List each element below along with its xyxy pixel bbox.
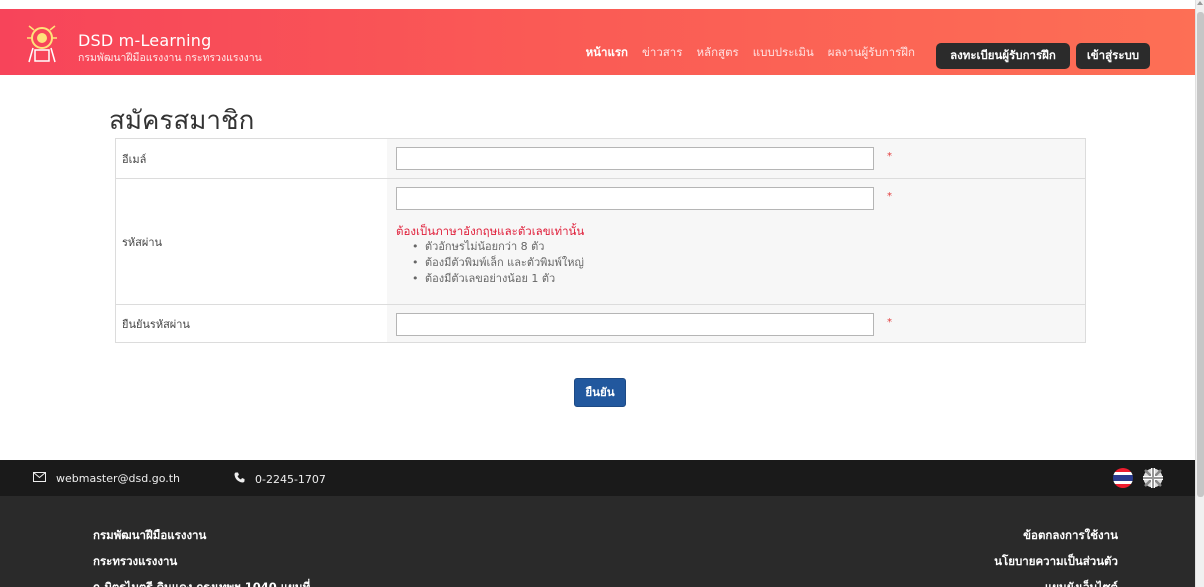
uk-flag-icon[interactable] [1143, 468, 1163, 488]
nav-home[interactable]: หน้าแรก [586, 44, 628, 62]
register-form: อีเมล์ * รหัสผ่าน * ต้องเป็นภาษาอังกฤษแล… [115, 138, 1086, 343]
password-rules: ตัวอักษรไม่น้อยกว่า 8 ตัว ต้องมีตัวพิมพ์… [412, 239, 584, 287]
submit-button[interactable]: ยืนยัน [574, 378, 626, 407]
email-input[interactable] [396, 147, 874, 170]
password-label: รหัสผ่าน [116, 179, 387, 304]
footer-department: กรมพัฒนาฝีมือแรงงาน [93, 528, 207, 542]
password-required-mark: * [887, 191, 892, 202]
thai-flag-icon[interactable] [1113, 468, 1133, 488]
scroll-thumb[interactable] [1197, 12, 1204, 497]
password-input[interactable] [396, 187, 874, 210]
email-required-mark: * [887, 151, 892, 162]
scroll-up-icon[interactable] [1197, 1, 1203, 5]
email-row: อีเมล์ * [116, 139, 1085, 178]
dsd-logo-icon[interactable] [25, 24, 61, 64]
site-footer: กรมพัฒนาฝีมือแรงงาน กระทรวงแรงงาน ถ.มิตร… [0, 496, 1195, 587]
contact-phone-text: 0-2245-1707 [255, 472, 326, 486]
nav-assessment[interactable]: แบบประเมิน [753, 44, 814, 62]
brand-title[interactable]: DSD m-Learning [78, 31, 212, 50]
email-label: อีเมล์ [116, 139, 387, 178]
email-field-cell: * [387, 139, 1085, 178]
confirm-required-mark: * [887, 317, 892, 328]
main-nav: หน้าแรก ข่าวสาร หลักสูตร แบบประเมิน ผลงา… [586, 44, 915, 62]
nav-news[interactable]: ข่าวสาร [642, 44, 682, 62]
contact-email-text: webmaster@dsd.go.th [56, 472, 181, 485]
password-rule: ตัวอักษรไม่น้อยกว่า 8 ตัว [412, 239, 584, 255]
login-button[interactable]: เข้าสู่ระบบ [1076, 43, 1150, 69]
footer-ministry: กระทรวงแรงงาน [93, 554, 178, 568]
footer-link-terms[interactable]: ข้อตกลงการใช้งาน [994, 522, 1118, 548]
footer-link-privacy[interactable]: นโยบายความเป็นส่วนตัว [994, 548, 1118, 574]
footer-address-line[interactable]: ถ.มิตรไมตรี ดินแดง กรุงเทพฯ 1040 แผนที่ [93, 574, 310, 587]
contact-bar: webmaster@dsd.go.th 0-2245-1707 [0, 460, 1195, 496]
mail-icon [33, 472, 46, 485]
phone-icon [234, 472, 245, 486]
confirm-password-input[interactable] [396, 313, 874, 336]
contact-phone[interactable]: 0-2245-1707 [234, 472, 326, 486]
register-trainee-button[interactable]: ลงทะเบียนผู้รับการฝึก [936, 43, 1070, 69]
password-field-cell: * ต้องเป็นภาษาอังกฤษและตัวเลขเท่านั้น ตั… [387, 179, 1085, 304]
site-header: DSD m-Learning กรมพัฒนาฝีมือแรงงาน กระทร… [0, 9, 1195, 75]
password-rule: ต้องมีตัวเลขอย่างน้อย 1 ตัว [412, 271, 584, 287]
password-rule: ต้องมีตัวพิมพ์เล็ก และตัวพิมพ์ใหญ่ [412, 255, 584, 271]
footer-address: กรมพัฒนาฝีมือแรงงาน กระทรวงแรงงาน ถ.มิตร… [93, 522, 310, 587]
nav-courses[interactable]: หลักสูตร [696, 44, 738, 62]
top-spacer [0, 0, 1204, 9]
password-row: รหัสผ่าน * ต้องเป็นภาษาอังกฤษและตัวเลขเท… [116, 178, 1085, 304]
confirm-password-field-cell: * [387, 305, 1085, 342]
contact-email[interactable]: webmaster@dsd.go.th [33, 472, 180, 485]
page-scrollbar[interactable] [1195, 0, 1204, 587]
footer-link-sitemap[interactable]: แผนผังเว็บไซต์ [994, 574, 1118, 587]
page-title: สมัครสมาชิก [109, 106, 255, 136]
brand-subtitle: กรมพัฒนาฝีมือแรงงาน กระทรวงแรงงาน [78, 52, 262, 64]
confirm-password-row: ยืนยันรหัสผ่าน * [116, 304, 1085, 342]
confirm-password-label: ยืนยันรหัสผ่าน [116, 305, 387, 342]
nav-trainee-works[interactable]: ผลงานผู้รับการฝึก [828, 44, 915, 62]
footer-links: ข้อตกลงการใช้งาน นโยบายความเป็นส่วนตัว แ… [994, 522, 1118, 587]
